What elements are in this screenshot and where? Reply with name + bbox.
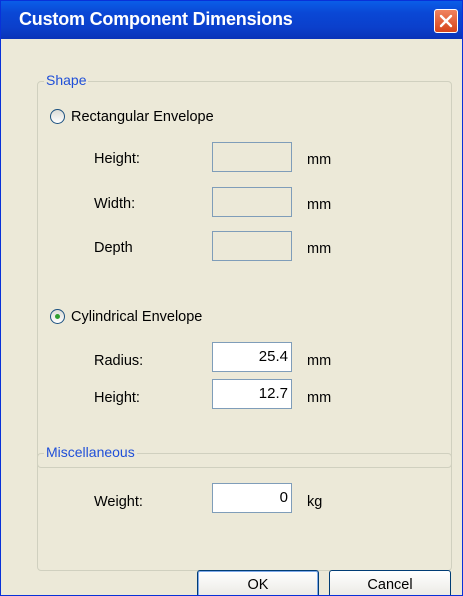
misc-groupbox: Miscellaneous Weight: 0 kg <box>37 444 452 571</box>
shape-legend: Shape <box>44 72 89 88</box>
rectangular-envelope-radio[interactable]: Rectangular Envelope <box>50 108 290 128</box>
title-bar[interactable]: Custom Component Dimensions <box>1 1 462 39</box>
cylindrical-envelope-label: Cylindrical Envelope <box>71 309 203 325</box>
cylindrical-envelope-radio[interactable]: Cylindrical Envelope <box>50 308 290 328</box>
weight-label: Weight: <box>94 494 143 510</box>
misc-legend: Miscellaneous <box>44 444 137 460</box>
rect-height-field[interactable] <box>212 142 292 172</box>
rect-depth-label: Depth <box>94 240 133 256</box>
ok-button[interactable]: OK <box>197 570 319 595</box>
radio-selected-dot <box>55 314 60 319</box>
radio-button-rectangular[interactable] <box>50 109 65 124</box>
shape-groupbox: Shape Rectangular Envelope Height: mm Wi… <box>37 72 452 468</box>
cancel-button[interactable]: Cancel <box>329 570 451 595</box>
weight-input[interactable]: 0 <box>212 483 292 513</box>
cyl-radius-label: Radius: <box>94 353 144 369</box>
radio-button-cylindrical[interactable] <box>50 309 65 324</box>
rect-depth-field[interactable] <box>212 231 292 261</box>
rect-height-label: Height: <box>94 151 140 167</box>
rect-depth-unit: mm <box>307 241 332 257</box>
cyl-radius-unit: mm <box>307 353 332 369</box>
window-title: Custom Component Dimensions <box>19 9 293 29</box>
close-icon <box>439 14 453 28</box>
cyl-height-unit: mm <box>307 390 332 406</box>
dialog-body: Shape Rectangular Envelope Height: mm Wi… <box>4 39 459 595</box>
cyl-height-label: Height: <box>94 390 140 406</box>
dialog-window: Custom Component Dimensions Shape Rectan… <box>0 0 463 596</box>
rectangular-envelope-label: Rectangular Envelope <box>71 109 214 125</box>
cyl-height-input[interactable]: 12.7 <box>212 379 292 409</box>
close-button[interactable] <box>434 9 458 33</box>
rect-width-label: Width: <box>94 196 136 212</box>
radius-input[interactable]: 25.4 <box>212 342 292 372</box>
rect-width-field[interactable] <box>212 187 292 217</box>
rect-width-unit: mm <box>307 197 332 213</box>
weight-unit: kg <box>307 494 323 510</box>
rect-height-unit: mm <box>307 152 332 168</box>
